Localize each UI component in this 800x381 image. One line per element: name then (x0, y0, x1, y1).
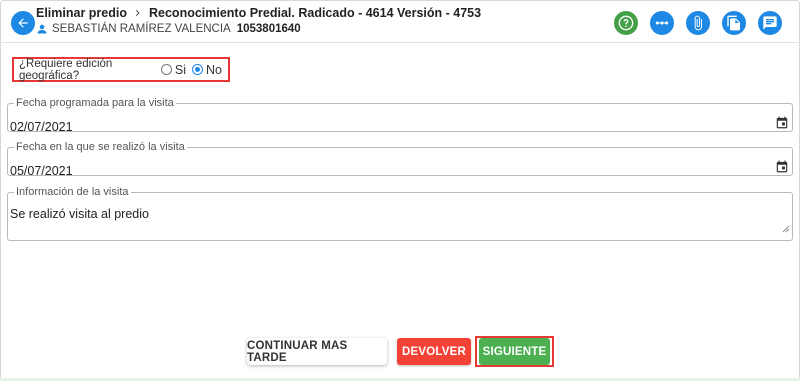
scheduled-visit-date-value: 02/07/2021 (10, 120, 73, 134)
help-button[interactable] (614, 11, 638, 35)
header: Eliminar predio Reconocimiento Predial. … (0, 0, 800, 43)
geo-edit-yes-radio[interactable]: Si (160, 62, 187, 77)
comments-button[interactable] (758, 11, 782, 35)
visit-info-value: Se realizó visita al predio (10, 207, 149, 221)
geo-edit-label: ¿Requiere edición geográfica? (19, 57, 113, 82)
visit-done-date-value: 05/07/2021 (10, 164, 73, 178)
user-document: 1053801640 (236, 23, 301, 35)
chevron-right-icon (133, 8, 143, 18)
flow-icon (655, 21, 669, 25)
radio-unchecked-icon (160, 64, 172, 75)
document-icon (727, 15, 740, 31)
attachment-icon (694, 15, 702, 31)
visit-done-date-field[interactable]: Fecha en la que se realizó la visita 05/… (7, 141, 793, 179)
help-icon (618, 15, 634, 31)
comment-icon (763, 16, 777, 30)
calendar-icon[interactable] (775, 159, 789, 179)
visit-info-label: Información de la visita (16, 186, 129, 198)
continue-later-button[interactable]: CONTINUAR MAS TARDE (247, 338, 387, 365)
scheduled-visit-date-field[interactable]: Fecha programada para la visita 02/07/20… (7, 97, 793, 135)
geo-edit-yes-label: Si (174, 62, 187, 77)
back-button[interactable] (11, 11, 35, 35)
geo-edit-question: ¿Requiere edición geográfica? Si No (12, 57, 230, 82)
title-part1: Eliminar predio (36, 6, 127, 20)
geo-edit-no-radio[interactable]: No (192, 63, 222, 77)
geo-edit-radio-group: Si No (160, 62, 228, 77)
toolbar (614, 11, 782, 35)
visit-done-date-label: Fecha en la que se realizó la visita (16, 141, 185, 153)
user-icon (37, 24, 47, 34)
documents-button[interactable] (722, 11, 746, 35)
radio-checked-icon (192, 64, 204, 75)
arrow-left-icon (18, 18, 28, 28)
return-button[interactable]: DEVOLVER (397, 338, 471, 365)
next-button[interactable]: SIGUIENTE (479, 338, 550, 365)
user-name: SEBASTIÁN RAMÍREZ VALENCIA (52, 23, 231, 35)
resize-handle-icon[interactable] (782, 220, 790, 238)
scheduled-visit-date-label: Fecha programada para la visita (16, 97, 174, 109)
geo-edit-no-label: No (206, 62, 222, 77)
user-info: SEBASTIÁN RAMÍREZ VALENCIA 1053801640 (36, 23, 301, 35)
page-title: Eliminar predio Reconocimiento Predial. … (36, 6, 481, 20)
visit-info-field[interactable]: Información de la visita Se realizó visi… (7, 186, 793, 241)
attachment-button[interactable] (686, 11, 710, 35)
title-part2: Reconocimiento Predial. Radicado - 4614 … (149, 6, 482, 20)
calendar-icon[interactable] (775, 115, 789, 135)
flow-button[interactable] (650, 11, 674, 35)
